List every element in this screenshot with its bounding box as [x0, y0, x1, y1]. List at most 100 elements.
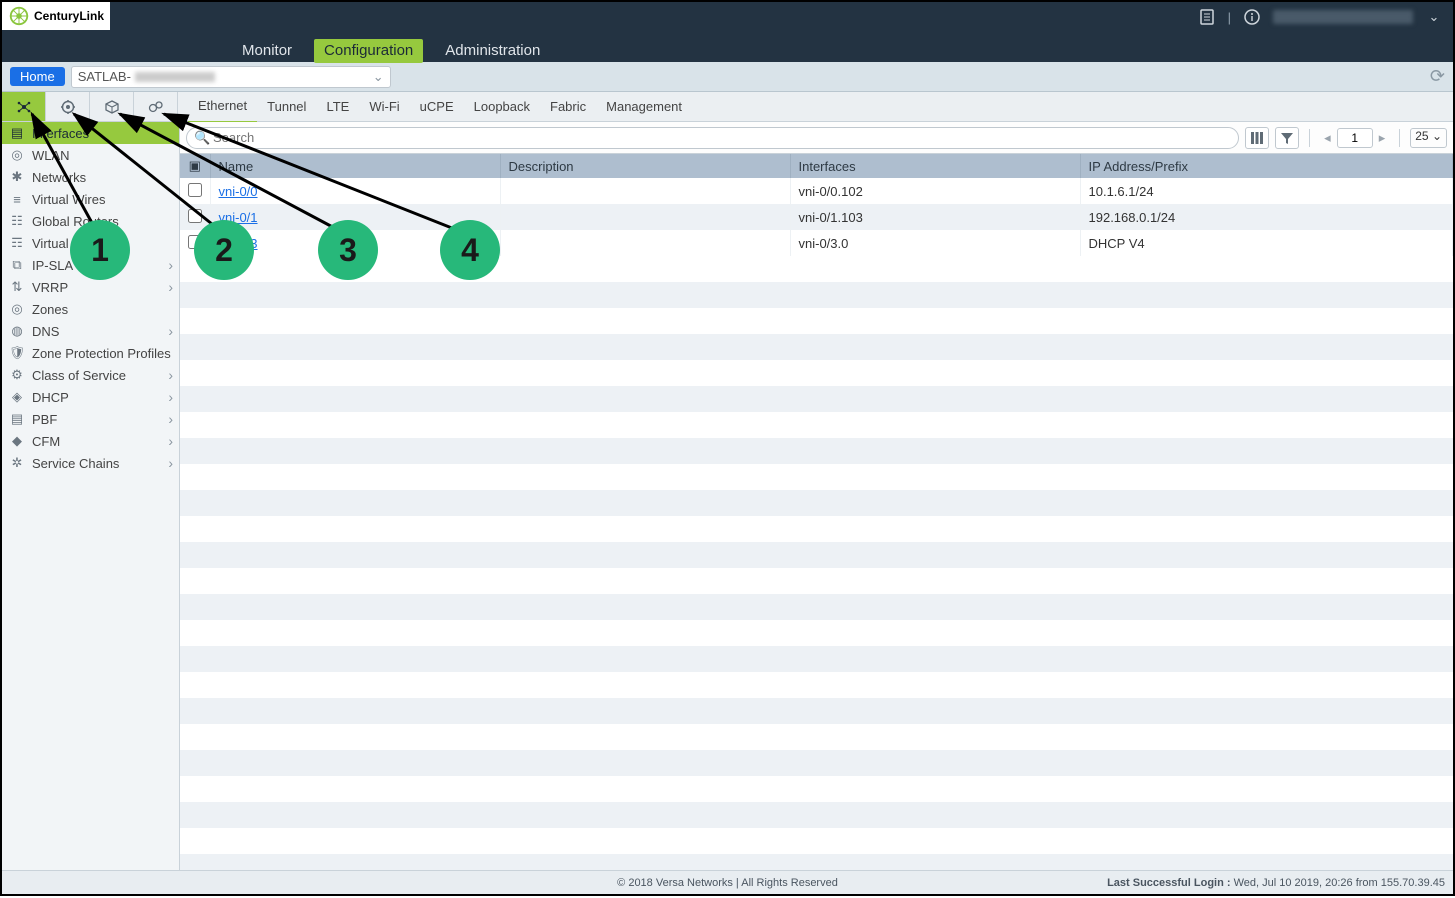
row-checkbox-cell [180, 230, 210, 256]
mode-row: EthernetTunnelLTEWi-FiuCPELoopbackFabric… [2, 92, 1453, 122]
sidebar-item-label: Global Routers [32, 214, 119, 229]
mode-icon-3[interactable] [90, 92, 134, 121]
brand-logo: CenturyLink [2, 2, 110, 30]
networks-icon: ✱ [8, 169, 26, 185]
tab-lte[interactable]: LTE [316, 92, 359, 122]
row-checkbox[interactable] [188, 235, 202, 249]
login-value: Wed, Jul 10 2019, 20:26 from 155.70.39.4… [1234, 877, 1445, 889]
search-wrap: 🔍 [186, 127, 1239, 149]
sidebar-item-vrrp[interactable]: ⇅VRRP› [2, 276, 179, 298]
row-checkbox[interactable] [188, 209, 202, 223]
tab-tunnel[interactable]: Tunnel [257, 92, 316, 122]
row-checkbox[interactable] [188, 183, 202, 197]
table-header-row: ▣ Name Description Interfaces IP Address… [180, 154, 1453, 178]
pager-prev[interactable]: ◂ [1320, 130, 1335, 146]
page-size-select[interactable]: 25 ⌄ [1410, 128, 1447, 148]
topnav-monitor[interactable]: Monitor [220, 40, 314, 62]
mode-icon-2[interactable] [46, 92, 90, 121]
sidebar-item-global-routers[interactable]: ☷Global Routers [2, 210, 179, 232]
sidebar-item-label: PBF [32, 412, 57, 427]
sidebar-item-pbf[interactable]: ▤PBF› [2, 408, 179, 430]
col-ip[interactable]: IP Address/Prefix [1080, 154, 1453, 178]
info-icon[interactable] [1243, 8, 1261, 26]
device-name-blurred [135, 72, 215, 82]
pbf-icon: ▤ [8, 411, 26, 427]
pager-next[interactable]: ▸ [1375, 130, 1390, 146]
row-checkbox-cell [180, 178, 210, 204]
sidebar-item-virtual-wires[interactable]: ≡Virtual Wires [2, 188, 179, 210]
table-row[interactable]: vni-0/3 vni-0/3.0DHCP V4 [180, 230, 1453, 256]
footer-copyright: © 2018 Versa Networks | All Rights Reser… [617, 877, 838, 889]
refresh-icon[interactable]: ⟳ [1430, 66, 1445, 87]
sidebar-item-label: Networks [32, 170, 86, 185]
pager: ◂ ▸ [1320, 128, 1389, 148]
chevron-right-icon: › [168, 367, 173, 383]
sidebar-item-zone-protection-profiles[interactable]: 🛡Zone Protection Profiles [2, 342, 179, 364]
col-interfaces[interactable]: Interfaces [790, 154, 1080, 178]
mode-icon-4[interactable] [134, 92, 178, 121]
table-row[interactable]: vni-0/0vni-0/0.10210.1.6.1/24 [180, 178, 1453, 204]
chevron-down-icon[interactable]: ⌄ [1425, 8, 1443, 26]
tab-wi-fi[interactable]: Wi-Fi [359, 92, 409, 122]
columns-button[interactable] [1245, 127, 1269, 149]
cell-interfaces: vni-0/3.0 [790, 230, 1080, 256]
tab-fabric[interactable]: Fabric [540, 92, 596, 122]
home-button[interactable]: Home [10, 67, 65, 86]
sidebar-item-interfaces[interactable]: ▤Interfaces [2, 122, 179, 144]
table-row[interactable]: vni-0/1vni-0/1.103192.168.0.1/24 [180, 204, 1453, 230]
cos-icon: ⚙ [8, 367, 26, 383]
mode-icon-1[interactable] [2, 92, 46, 121]
topnav-configuration[interactable]: Configuration [314, 39, 423, 63]
schains-icon: ✲ [8, 455, 26, 471]
chevron-down-icon: ⌄ [1432, 129, 1442, 143]
dns-icon: ◍ [8, 323, 26, 339]
user-name-blurred [1273, 10, 1413, 24]
content-toolbar: 🔍 ◂ ▸ 25 ⌄ [180, 122, 1453, 154]
cell-name: vni-0/0 [210, 178, 500, 204]
chevron-right-icon: › [168, 455, 173, 471]
wlan-icon: ◎ [8, 147, 26, 163]
top-right: | ⌄ [1198, 8, 1443, 26]
sidebar-item-label: Interfaces [32, 126, 89, 141]
interface-link[interactable]: vni-0/3 [219, 236, 258, 251]
page-input[interactable] [1337, 128, 1373, 148]
tab-ethernet[interactable]: Ethernet [188, 91, 257, 123]
notes-icon[interactable] [1198, 8, 1216, 26]
sidebar-item-class-of-service[interactable]: ⚙Class of Service› [2, 364, 179, 386]
sidebar-item-ip-sla[interactable]: ⧉IP-SLA› [2, 254, 179, 276]
sidebar-item-cfm[interactable]: ◆CFM› [2, 430, 179, 452]
sidebar-item-dhcp[interactable]: ◈DHCP› [2, 386, 179, 408]
tab-management[interactable]: Management [596, 92, 692, 122]
sidebar-item-wlan[interactable]: ◎WLAN [2, 144, 179, 166]
sidebar-item-label: DNS [32, 324, 59, 339]
sidebar-item-virtual-routers[interactable]: ☶Virtual Routers [2, 232, 179, 254]
device-prefix: SATLAB- [78, 69, 131, 84]
mode-icons [2, 92, 178, 121]
sidebar-item-label: DHCP [32, 390, 69, 405]
login-label: Last Successful Login : [1107, 877, 1230, 889]
vrrp-icon: ⇅ [8, 279, 26, 295]
sidebar-item-service-chains[interactable]: ✲Service Chains› [2, 452, 179, 474]
device-select[interactable]: SATLAB- ⌄ [71, 66, 391, 88]
sidebar: ▤Interfaces◎WLAN✱Networks≡Virtual Wires☷… [2, 122, 180, 870]
tab-ucpe[interactable]: uCPE [410, 92, 464, 122]
top-header: CenturyLink MonitorConfigurationAdminist… [2, 2, 1453, 62]
cell-ip: DHCP V4 [1080, 230, 1453, 256]
col-description[interactable]: Description [500, 154, 790, 178]
interfaces-table: ▣ Name Description Interfaces IP Address… [180, 154, 1453, 256]
filter-button[interactable] [1275, 127, 1299, 149]
topnav-administration[interactable]: Administration [423, 40, 562, 62]
sidebar-item-zones[interactable]: ◎Zones [2, 298, 179, 320]
sidebar-item-networks[interactable]: ✱ Networks [2, 166, 179, 188]
chevron-down-icon: ⌄ [373, 69, 384, 85]
separator [1399, 129, 1400, 147]
select-all-header[interactable]: ▣ [180, 154, 210, 178]
interface-link[interactable]: vni-0/1 [219, 210, 258, 225]
col-name[interactable]: Name [210, 154, 500, 178]
sidebar-item-label: CFM [32, 434, 60, 449]
tab-loopback[interactable]: Loopback [464, 92, 540, 122]
search-input[interactable] [186, 127, 1239, 149]
interface-link[interactable]: vni-0/0 [219, 184, 258, 199]
cell-interfaces: vni-0/0.102 [790, 178, 1080, 204]
sidebar-item-dns[interactable]: ◍DNS› [2, 320, 179, 342]
